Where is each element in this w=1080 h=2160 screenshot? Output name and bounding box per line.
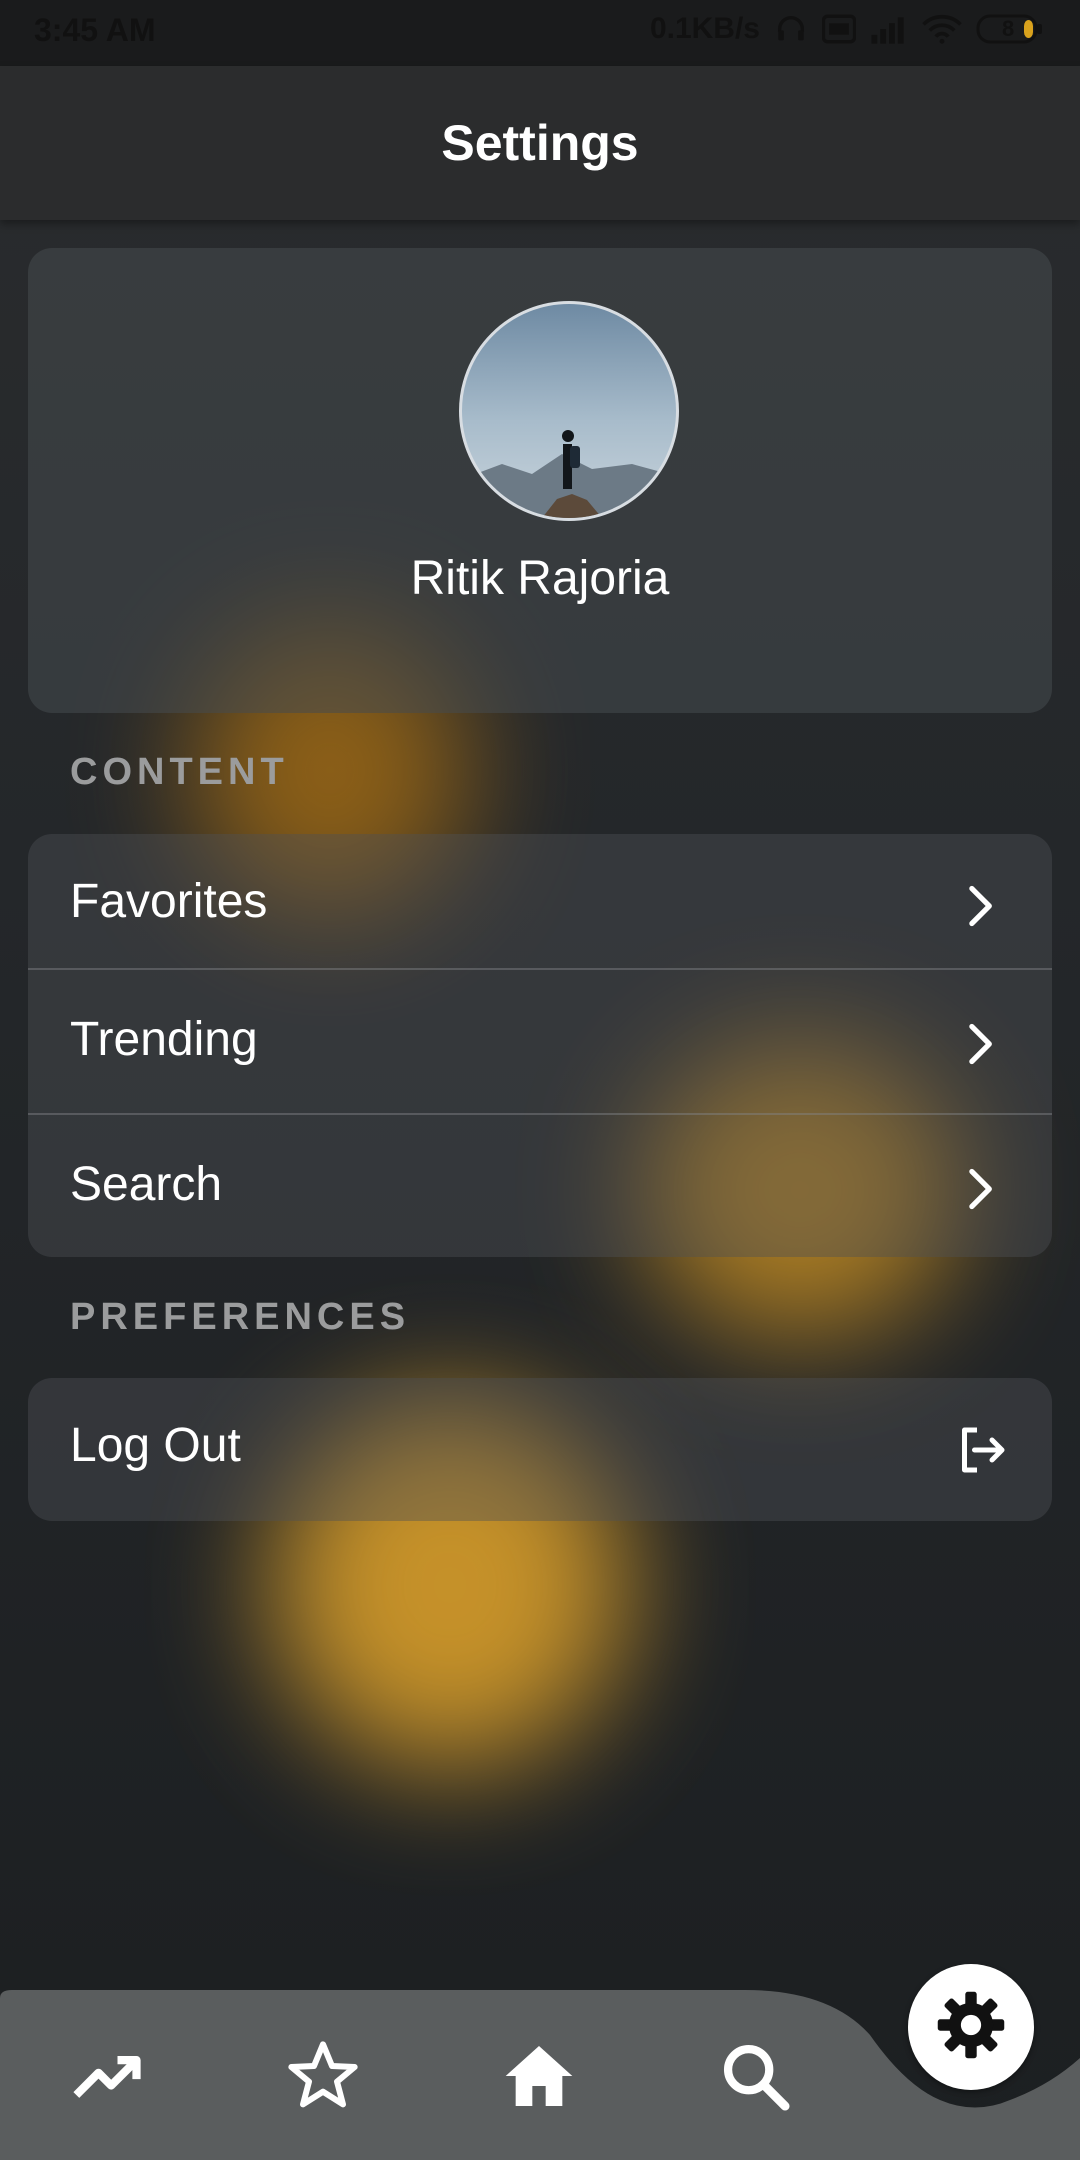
settings-item-label: Log Out <box>70 1419 241 1472</box>
home-icon <box>499 2036 579 2121</box>
volte-icon <box>822 14 856 44</box>
logout-icon <box>952 1420 1012 1480</box>
nav-favorites[interactable] <box>273 2028 373 2128</box>
nav-search[interactable] <box>705 2028 805 2128</box>
preferences-settings-card: Log Out <box>28 1378 1052 1521</box>
profile-card: Ritik Rajoria <box>28 248 1052 713</box>
nav-home[interactable] <box>489 2028 589 2128</box>
status-bar: 3:45 AM 0.1KB/s 8 <box>0 0 1080 66</box>
settings-item-logout[interactable]: Log Out <box>28 1378 1052 1521</box>
headphones-icon <box>774 12 808 46</box>
search-icon <box>717 2038 793 2119</box>
battery-level: 8 <box>1002 16 1015 41</box>
chevron-right-icon <box>952 1161 1008 1217</box>
settings-item-label: Favorites <box>70 875 268 928</box>
page-title: Settings <box>441 115 639 171</box>
star-icon <box>283 2036 363 2121</box>
settings-item-label: Trending <box>70 1013 258 1066</box>
settings-item-favorites[interactable]: Favorites <box>28 834 1052 979</box>
app-bar: Settings <box>0 66 1080 220</box>
signal-icon <box>870 14 908 44</box>
chevron-right-icon <box>952 1016 1008 1072</box>
chevron-right-icon <box>952 878 1008 934</box>
trending-icon <box>70 2038 146 2119</box>
battery-icon: 8 <box>976 13 1044 45</box>
network-speed: 0.1KB/s <box>649 12 760 45</box>
nav-trending[interactable] <box>58 2028 158 2128</box>
settings-item-trending[interactable]: Trending <box>28 972 1052 1117</box>
status-time: 3:45 AM <box>34 12 156 48</box>
settings-item-label: Search <box>70 1158 223 1211</box>
nav-settings-active[interactable] <box>908 1964 1034 2090</box>
status-indicators: 0.1KB/s 8 <box>650 12 1044 46</box>
section-label-preferences: PREFERENCES <box>70 1296 411 1338</box>
wifi-icon <box>922 13 962 45</box>
section-label-content: CONTENT <box>70 751 289 793</box>
avatar[interactable] <box>459 301 679 521</box>
gear-icon <box>933 1987 1009 2068</box>
content-settings-card: Favorites Trending Search <box>28 834 1052 1257</box>
divider <box>28 968 1052 970</box>
profile-name: Ritik Rajoria <box>410 552 670 605</box>
divider <box>28 1113 1052 1115</box>
settings-item-search[interactable]: Search <box>28 1117 1052 1257</box>
